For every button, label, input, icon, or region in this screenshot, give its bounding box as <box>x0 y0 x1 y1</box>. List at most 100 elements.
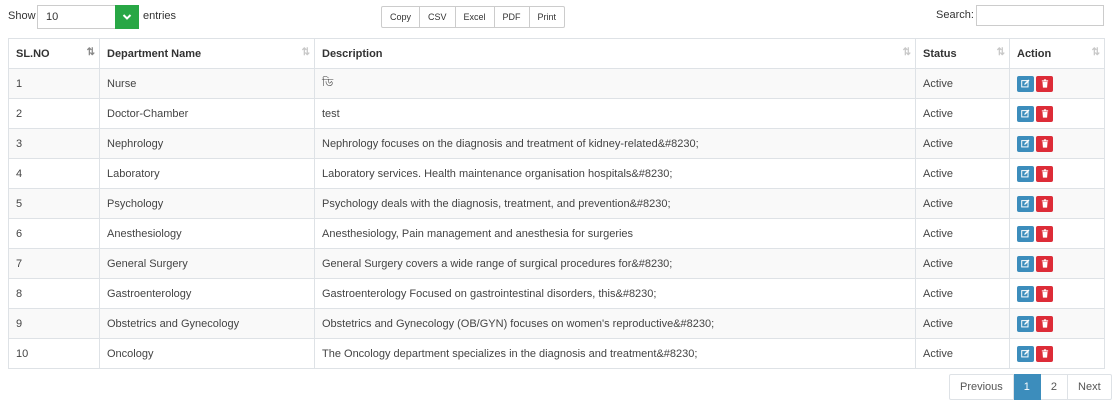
cell-description: ডি <box>314 68 916 99</box>
cell-sl-no: 6 <box>8 218 100 249</box>
cell-action <box>1009 158 1105 189</box>
trash-icon <box>1041 289 1048 298</box>
cell-sl-no: 9 <box>8 308 100 339</box>
csv-button[interactable]: CSV <box>420 6 456 28</box>
edit-button[interactable] <box>1017 165 1034 182</box>
edit-button[interactable] <box>1017 345 1034 362</box>
edit-icon <box>1021 79 1030 88</box>
action-buttons <box>1017 105 1053 122</box>
cell-description: Gastroenterology Focused on gastrointest… <box>314 278 916 309</box>
cell-sl-no: 5 <box>8 188 100 219</box>
cell-sl-no: 8 <box>8 278 100 309</box>
table-row: 1 Nurse ডি Active <box>8 68 1105 99</box>
edit-icon <box>1021 229 1030 238</box>
entries-length-select[interactable]: 10 <box>37 5 139 29</box>
previous-page-button[interactable]: Previous <box>949 374 1014 400</box>
edit-icon <box>1021 169 1030 178</box>
column-header-status[interactable]: Status ⇅ <box>915 38 1010 69</box>
delete-button[interactable] <box>1036 75 1053 92</box>
edit-button[interactable] <box>1017 225 1034 242</box>
cell-department-name: Laboratory <box>99 158 315 189</box>
cell-department-name: Nurse <box>99 68 315 99</box>
cell-description: test <box>314 98 916 129</box>
cell-sl-no: 1 <box>8 68 100 99</box>
pagination: Previous 1 2 Next <box>949 374 1112 400</box>
action-buttons <box>1017 195 1053 212</box>
table-row: 8 Gastroenterology Gastroenterology Focuse… <box>8 278 1105 309</box>
trash-icon <box>1041 229 1048 238</box>
delete-button[interactable] <box>1036 315 1053 332</box>
delete-button[interactable] <box>1036 255 1053 272</box>
cell-status: Active <box>915 188 1010 219</box>
edit-button[interactable] <box>1017 75 1034 92</box>
edit-icon <box>1021 319 1030 328</box>
sort-icon: ⇅ <box>902 47 912 58</box>
delete-button[interactable] <box>1036 105 1053 122</box>
edit-button[interactable] <box>1017 315 1034 332</box>
column-header-label: Status <box>923 47 957 60</box>
cell-sl-no: 7 <box>8 248 100 279</box>
cell-status: Active <box>915 338 1010 369</box>
action-buttons <box>1017 345 1053 362</box>
sort-icon: ⇅ <box>301 47 311 58</box>
edit-button[interactable] <box>1017 135 1034 152</box>
delete-button[interactable] <box>1036 165 1053 182</box>
trash-icon <box>1041 349 1048 358</box>
column-header-sl-no[interactable]: SL.NO ⇅ <box>8 38 100 69</box>
delete-button[interactable] <box>1036 195 1053 212</box>
delete-button[interactable] <box>1036 135 1053 152</box>
trash-icon <box>1041 319 1048 328</box>
cell-department-name: Obstetrics and Gynecology <box>99 308 315 339</box>
cell-action <box>1009 98 1105 129</box>
delete-button[interactable] <box>1036 345 1053 362</box>
departments-table: SL.NO ⇅ Department Name ⇅ Description ⇅ Sta… <box>8 38 1105 369</box>
page-button-1[interactable]: 1 <box>1013 374 1041 400</box>
delete-button[interactable] <box>1036 285 1053 302</box>
trash-icon <box>1041 79 1048 88</box>
table-row: 2 Doctor-Chamber test Active <box>8 98 1105 129</box>
cell-action <box>1009 188 1105 219</box>
table-row: 9 Obstetrics and Gynecology Obstetrics and… <box>8 308 1105 339</box>
cell-action <box>1009 308 1105 339</box>
column-header-action[interactable]: Action ⇅ <box>1009 38 1105 69</box>
cell-description: Nephrology focuses on the diagnosis and … <box>314 128 916 159</box>
cell-status: Active <box>915 128 1010 159</box>
excel-button[interactable]: Excel <box>455 6 495 28</box>
search-input[interactable] <box>976 5 1104 26</box>
trash-icon <box>1041 139 1048 148</box>
next-page-button[interactable]: Next <box>1068 374 1112 400</box>
action-buttons <box>1017 285 1053 302</box>
edit-button[interactable] <box>1017 285 1034 302</box>
cell-description: The Oncology department specializes in t… <box>314 338 916 369</box>
delete-button[interactable] <box>1036 225 1053 242</box>
table-row: 6 Anesthesiology Anesthesiology, Pain mana… <box>8 218 1105 249</box>
cell-description: Laboratory services. Health maintenance … <box>314 158 916 189</box>
copy-button[interactable]: Copy <box>381 6 421 28</box>
table-body: 1 Nurse ডি Active 2 Doctor-Chamber test Active 3… <box>8 68 1105 369</box>
cell-status: Active <box>915 308 1010 339</box>
edit-icon <box>1021 109 1030 118</box>
cell-description: Psychology deals with the diagnosis, tre… <box>314 188 916 219</box>
page-button-2[interactable]: 2 <box>1040 374 1069 400</box>
cell-action <box>1009 248 1105 279</box>
cell-sl-no: 4 <box>8 158 100 189</box>
cell-sl-no: 3 <box>8 128 100 159</box>
action-buttons <box>1017 135 1053 152</box>
chevron-down-icon <box>115 5 139 29</box>
cell-action <box>1009 218 1105 249</box>
cell-action <box>1009 68 1105 99</box>
cell-status: Active <box>915 278 1010 309</box>
edit-button[interactable] <box>1017 255 1034 272</box>
column-header-description[interactable]: Description ⇅ <box>314 38 916 69</box>
print-button[interactable]: Print <box>529 6 566 28</box>
edit-button[interactable] <box>1017 105 1034 122</box>
column-header-department-name[interactable]: Department Name ⇅ <box>99 38 315 69</box>
cell-department-name: Oncology <box>99 338 315 369</box>
table-row: 10 Oncology The Oncology department specia… <box>8 338 1105 369</box>
pdf-button[interactable]: PDF <box>494 6 530 28</box>
cell-department-name: Doctor-Chamber <box>99 98 315 129</box>
table-row: 4 Laboratory Laboratory services. Health m… <box>8 158 1105 189</box>
edit-button[interactable] <box>1017 195 1034 212</box>
sort-asc-icon: ⇅ <box>86 47 96 58</box>
cell-status: Active <box>915 68 1010 99</box>
